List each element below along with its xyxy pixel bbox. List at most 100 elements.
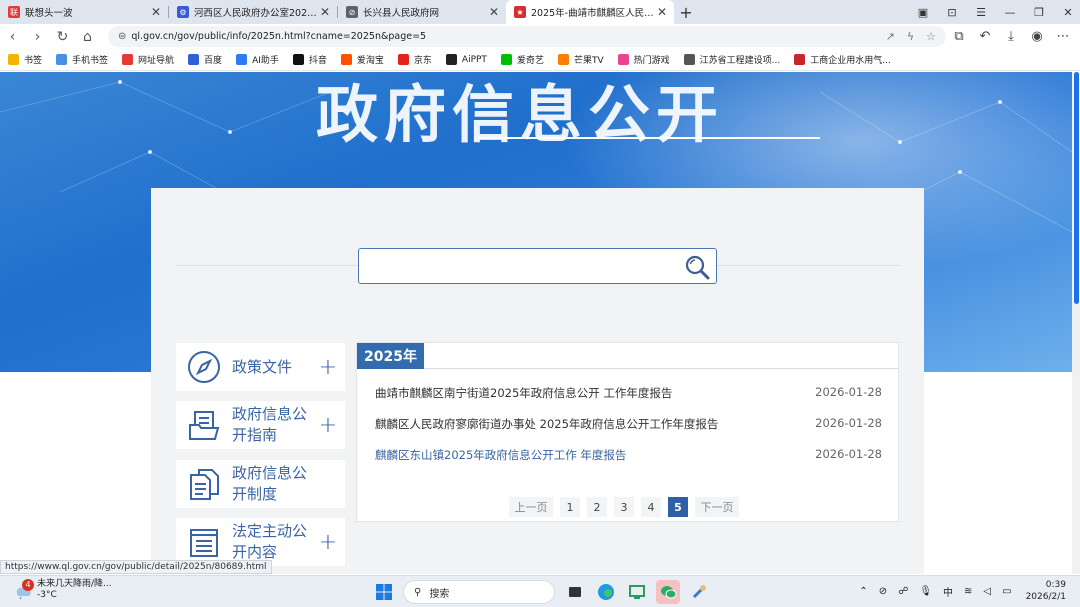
- news-item[interactable]: 麒麟区人民政府寥廓街道办事处 2025年政府信息公开工作年度报告 2026-01…: [375, 416, 882, 432]
- close-icon[interactable]: ✕: [656, 5, 668, 19]
- menu-icon[interactable]: ☰: [969, 6, 993, 19]
- more-icon[interactable]: ⋯: [1050, 29, 1076, 44]
- home-icon[interactable]: ⌂: [75, 29, 100, 45]
- news-item-title[interactable]: 麒麟区东山镇2025年政府信息公开工作 年度报告: [375, 447, 626, 463]
- edge-browser-icon[interactable]: [594, 580, 618, 604]
- extensions-icon[interactable]: ⊡: [940, 6, 964, 19]
- search-icon[interactable]: [684, 254, 710, 280]
- bookmark-favicon-icon: [122, 54, 134, 65]
- next-page-button[interactable]: 下一页: [695, 497, 739, 517]
- scroll-thumb[interactable]: [1074, 72, 1079, 304]
- windows-start-icon[interactable]: [372, 580, 396, 604]
- back-icon[interactable]: ‹: [0, 29, 25, 45]
- undo-icon[interactable]: ↶: [972, 29, 998, 44]
- bookmark-star-icon[interactable]: ☆: [926, 30, 936, 43]
- news-item-title[interactable]: 麒麟区人民政府寥廓街道办事处 2025年政府信息公开工作年度报告: [375, 416, 718, 432]
- tab-title: 河西区人民政府办公室2025年政府: [194, 8, 319, 19]
- wifi-icon[interactable]: ≋: [964, 586, 972, 597]
- tray-chevron-icon[interactable]: ⌃: [859, 586, 867, 597]
- address-bar[interactable]: ⊜ ql.gov.cn/gov/public/info/2025n.html?c…: [108, 26, 946, 47]
- wechat-icon[interactable]: [656, 580, 680, 604]
- sidebar-item-policy-documents[interactable]: 政策文件 +: [176, 343, 345, 391]
- monitor-app-icon[interactable]: [625, 580, 649, 604]
- share-icon[interactable]: ↗: [886, 30, 895, 43]
- page-number-button[interactable]: 2: [587, 497, 607, 517]
- bookmark-item[interactable]: 爱奇艺: [500, 53, 544, 66]
- minimize-icon[interactable]: —: [998, 6, 1022, 19]
- lightning-icon[interactable]: ϟ: [907, 30, 914, 43]
- browser-tab[interactable]: ⚙ 河西区人民政府办公室2025年政府 ✕: [169, 0, 337, 24]
- close-window-icon[interactable]: ✕: [1056, 6, 1080, 19]
- sidebar-item-disclosure-system[interactable]: 政府信息公开制度: [176, 460, 345, 508]
- microphone-icon[interactable]: 🎙: [919, 586, 932, 597]
- bookmark-favicon-icon: [236, 54, 248, 65]
- sidebar-item-statutory-content[interactable]: 法定主动公开内容 +: [176, 518, 345, 566]
- bookmark-item[interactable]: 百度: [188, 53, 222, 66]
- current-page-button[interactable]: 5: [668, 497, 688, 517]
- taskbar-search[interactable]: ⚲ 搜索: [403, 580, 555, 604]
- expand-plus-icon[interactable]: +: [311, 355, 345, 380]
- bookmark-item[interactable]: 抖音: [292, 53, 327, 66]
- banner-underline: [478, 137, 820, 139]
- volume-icon[interactable]: ◁: [983, 586, 991, 597]
- browser-tab[interactable]: ⊘ 长兴县人民政府网 ✕: [338, 0, 506, 24]
- clock[interactable]: 0:39 2026/2/1: [1026, 579, 1066, 603]
- close-icon[interactable]: ✕: [319, 5, 331, 19]
- browser-tab-active[interactable]: ★ 2025年-曲靖市麒麟区人民政府-信 ✕: [506, 0, 674, 24]
- page-number-button[interactable]: 1: [560, 497, 580, 517]
- ime-indicator[interactable]: 中: [943, 584, 953, 599]
- page-number-button[interactable]: 3: [614, 497, 634, 517]
- year-tab[interactable]: 2025年: [357, 343, 424, 369]
- maximize-icon[interactable]: ❐: [1027, 6, 1051, 19]
- expand-plus-icon[interactable]: +: [311, 530, 345, 555]
- news-item[interactable]: 麒麟区东山镇2025年政府信息公开工作 年度报告 2026-01-28: [375, 447, 882, 463]
- bookmark-item[interactable]: 江苏省工程建设项...: [683, 53, 780, 66]
- new-tab-button[interactable]: +: [674, 0, 698, 24]
- extensions-puzzle-icon[interactable]: ⧉: [946, 29, 972, 44]
- page-scrollbar[interactable]: [1072, 72, 1080, 574]
- bookmark-label: 爱淘宝: [356, 56, 384, 66]
- page-viewport: 政府信息公开 政策文件 + 政府信息公开指南 + 政府信息公开制度 法定主动公开…: [0, 72, 1072, 574]
- bookmark-label: 百度: [204, 56, 223, 66]
- bookmark-item[interactable]: 爱淘宝: [340, 53, 384, 66]
- url-text[interactable]: ql.gov.cn/gov/public/info/2025n.html?cna…: [131, 31, 873, 42]
- forward-icon[interactable]: ›: [25, 29, 50, 45]
- tab-favicon-icon: ⊘: [346, 6, 358, 18]
- tab-search-icon[interactable]: ▣: [911, 6, 935, 19]
- tab-favicon-icon: ⚙: [177, 6, 189, 18]
- site-info-icon[interactable]: ⊜: [118, 31, 126, 42]
- prev-page-button[interactable]: 上一页: [509, 497, 553, 517]
- close-icon[interactable]: ✕: [488, 5, 500, 19]
- expand-plus-icon[interactable]: +: [311, 413, 345, 438]
- task-view-icon[interactable]: [563, 580, 587, 604]
- sidebar-item-label: 法定主动公开内容: [232, 522, 308, 561]
- news-item-title[interactable]: 曲靖市麒麟区南宁街道2025年政府信息公开 工作年度报告: [375, 385, 672, 401]
- news-item-date: 2026-01-28: [815, 416, 882, 430]
- sidebar-item-disclosure-guide[interactable]: 政府信息公开指南 +: [176, 401, 345, 449]
- bookmark-item[interactable]: 手机书签: [56, 53, 108, 66]
- bookmark-favicon-icon: [188, 54, 200, 65]
- taskbar-apps: ⚲ 搜索: [372, 580, 718, 604]
- news-item[interactable]: 曲靖市麒麟区南宁街道2025年政府信息公开 工作年度报告 2026-01-28: [375, 385, 882, 401]
- tool-app-icon[interactable]: [687, 580, 711, 604]
- profile-avatar-icon[interactable]: ◉: [1024, 29, 1050, 44]
- reload-icon[interactable]: ↻: [50, 29, 75, 45]
- bookmark-item[interactable]: 网址导航: [122, 53, 174, 66]
- tray-network-app-icon[interactable]: ☍: [898, 586, 908, 597]
- browser-tab[interactable]: 联 联想头一波 ✕: [0, 0, 168, 24]
- bookmark-item[interactable]: AiPPT: [445, 54, 487, 65]
- bookmark-item[interactable]: 工商企业用水用气...: [794, 53, 891, 66]
- bookmark-item[interactable]: 书签: [8, 53, 42, 66]
- search-input[interactable]: [358, 248, 717, 284]
- download-icon[interactable]: ⤓: [998, 29, 1024, 44]
- bookmark-item[interactable]: AI助手: [236, 53, 279, 66]
- weather-widget[interactable]: 4 未来几天降雨/降... -3°C: [14, 579, 112, 601]
- tray-app-icon[interactable]: ⊘: [879, 586, 887, 597]
- close-icon[interactable]: ✕: [150, 5, 162, 19]
- bookmark-item[interactable]: 热门游戏: [617, 53, 670, 66]
- page-number-button[interactable]: 4: [641, 497, 661, 517]
- bookmark-item[interactable]: 芒果TV: [557, 53, 604, 66]
- bookmark-item[interactable]: 京东: [397, 53, 432, 66]
- star-icon: [8, 54, 19, 65]
- battery-icon[interactable]: ▭: [1002, 586, 1011, 597]
